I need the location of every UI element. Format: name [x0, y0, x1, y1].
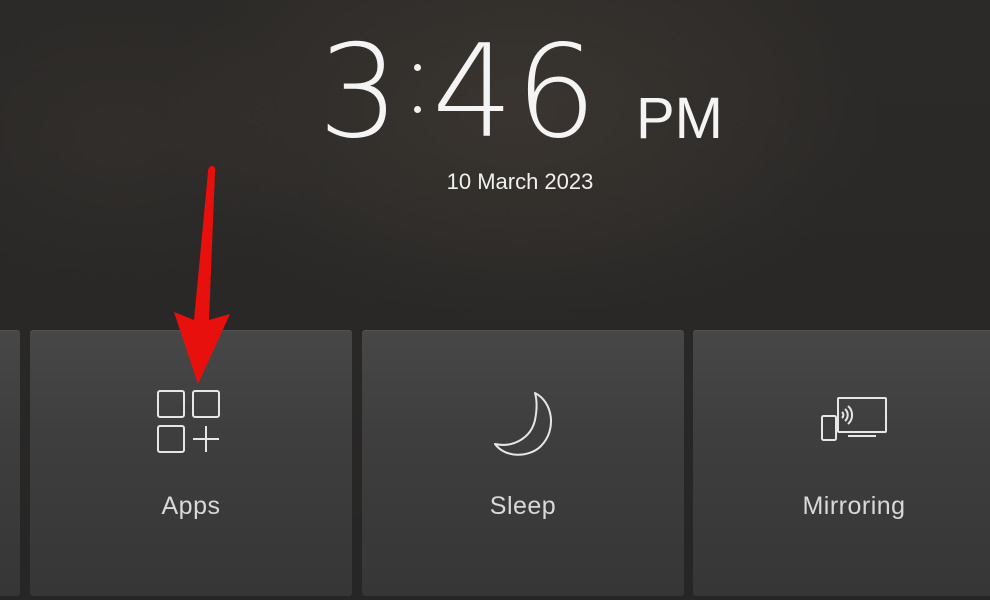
screen-mirroring-icon	[821, 397, 887, 441]
moon-icon	[494, 392, 553, 456]
tile-partial-left[interactable]	[0, 330, 20, 596]
tile-sleep[interactable]: Sleep	[362, 330, 684, 596]
clock-colon	[412, 62, 422, 122]
tile-mirroring[interactable]: Mirroring	[693, 330, 990, 596]
apps-grid-plus-icon	[157, 390, 220, 453]
clock: 3 46 PM	[0, 28, 990, 158]
tile-mirroring-label: Mirroring	[802, 492, 906, 520]
clock-ampm: PM	[636, 86, 723, 151]
tile-apps-label: Apps	[161, 492, 221, 520]
clock-minutes: 46	[432, 18, 599, 167]
clock-date: 10 March 2023	[446, 169, 594, 194]
home-screen: 3 46 PM 10 March 2023 Apps Sleep Mirrori…	[0, 0, 990, 600]
clock-hour: 3	[318, 18, 402, 167]
red-arrow-annotation	[174, 166, 230, 384]
quick-settings-tiles: Apps Sleep Mirroring	[0, 330, 990, 600]
tile-sleep-label: Sleep	[489, 492, 557, 520]
